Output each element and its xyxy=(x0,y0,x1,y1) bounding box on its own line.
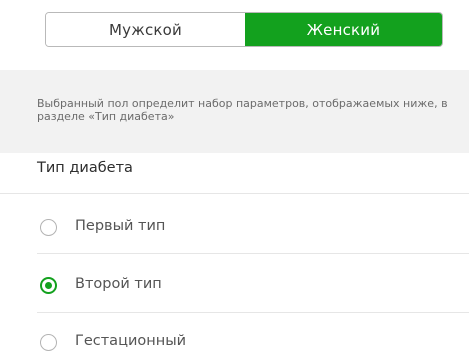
hint-panel: Выбранный пол определит набор параметров… xyxy=(0,70,469,153)
radio-option-label: Второй тип xyxy=(75,276,162,292)
gender-segmented-control: Мужской Женский xyxy=(45,12,443,47)
gender-panel: Мужской Женский xyxy=(0,0,469,70)
gender-hint-text: Выбранный пол определит набор параметров… xyxy=(37,97,448,123)
section-title-diabetes-type: Тип диабета xyxy=(37,160,133,176)
radio-option-label: Гестационный xyxy=(75,333,187,349)
radio-unchecked-icon[interactable] xyxy=(40,219,57,236)
radio-option-gestational[interactable]: Гестационный xyxy=(0,314,469,351)
radio-option-second-type[interactable]: Второй тип xyxy=(0,255,469,313)
radio-option-first-type[interactable]: Первый тип xyxy=(0,195,469,253)
divider xyxy=(37,253,469,254)
divider xyxy=(37,312,469,313)
gender-male-button[interactable]: Мужской xyxy=(46,13,245,46)
gender-female-button[interactable]: Женский xyxy=(245,13,442,46)
divider xyxy=(0,193,469,194)
radio-option-label: Первый тип xyxy=(75,218,166,234)
radio-unchecked-icon[interactable] xyxy=(40,334,57,351)
radio-checked-icon[interactable] xyxy=(40,277,57,294)
